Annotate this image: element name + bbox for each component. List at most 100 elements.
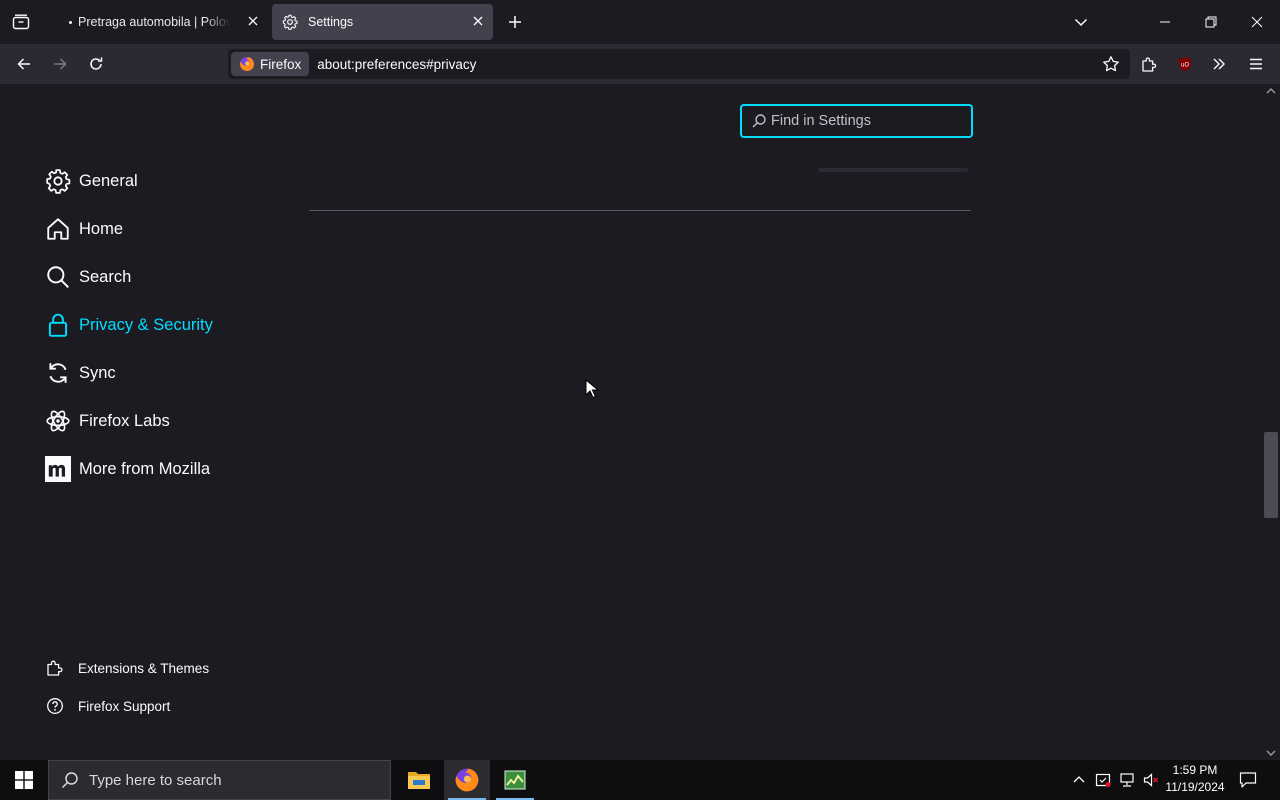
search-icon (751, 113, 767, 129)
plus-icon (509, 16, 521, 28)
close-window-button[interactable] (1234, 0, 1280, 44)
settings-page: General Home Search Privacy & Security S… (0, 84, 1280, 760)
scrollbar-thumb[interactable] (1264, 432, 1278, 518)
clock-date: 11/19/2024 (1165, 780, 1225, 794)
firefox-icon (455, 768, 479, 792)
tab-title: Pretraga automobila | Polovni automobili (78, 15, 230, 29)
ublock-origin-icon: uO (1179, 57, 1191, 71)
sync-icon (44, 359, 72, 387)
atom-icon (44, 407, 72, 435)
find-in-settings-input[interactable] (771, 113, 961, 129)
url-text[interactable]: about:preferences#privacy (317, 57, 476, 72)
identity-box[interactable]: Firefox (231, 52, 310, 76)
category-general[interactable]: General (44, 163, 138, 199)
puzzle-icon (46, 659, 64, 677)
category-search[interactable]: Search (44, 259, 131, 295)
close-tab-icon[interactable] (246, 14, 260, 28)
overflow-menu-button[interactable] (1204, 48, 1234, 80)
firefox-view-button[interactable] (0, 0, 42, 44)
hamburger-menu-icon (1250, 58, 1262, 70)
url-bar[interactable]: Firefox about:preferences#privacy (228, 49, 1130, 79)
network-icon (1120, 773, 1134, 787)
gear-icon (44, 167, 72, 195)
identity-label: Firefox (260, 56, 302, 72)
category-firefox-labs[interactable]: Firefox Labs (44, 403, 170, 439)
scroll-down-arrow-icon[interactable] (1265, 748, 1277, 758)
reload-icon (90, 57, 103, 70)
forward-button[interactable] (44, 48, 76, 80)
category-label: Sync (79, 363, 116, 382)
extensions-themes-link[interactable]: Extensions & Themes (46, 655, 209, 681)
file-explorer-icon (408, 772, 430, 789)
security-shield-icon (1095, 773, 1111, 787)
tray-security-icon[interactable] (1092, 760, 1114, 800)
category-label: More from Mozilla (79, 459, 211, 478)
mozilla-m-icon (44, 455, 72, 483)
windows-logo-icon (15, 771, 33, 789)
taskbar-app-resource-monitor[interactable] (492, 760, 538, 800)
restore-icon (1205, 16, 1217, 28)
tab-title: Settings (308, 15, 354, 29)
tray-network-icon[interactable] (1116, 760, 1138, 800)
app-menu-button[interactable] (1240, 48, 1272, 80)
back-icon (17, 58, 30, 70)
system-clock[interactable]: 1:59 PM 11/19/2024 (1162, 762, 1228, 796)
reload-button[interactable] (80, 48, 112, 80)
footer-link-label: Extensions & Themes (78, 660, 210, 676)
resource-monitor-icon (504, 770, 526, 790)
close-icon (1251, 16, 1263, 28)
list-all-tabs-button[interactable] (1066, 6, 1096, 38)
extensions-button[interactable] (1134, 48, 1164, 80)
start-button[interactable] (0, 760, 48, 800)
category-label: Home (79, 219, 124, 238)
ublock-origin-button[interactable]: uO (1170, 48, 1200, 80)
category-more-from-mozilla[interactable]: More from Mozilla (44, 451, 210, 487)
forward-icon (54, 58, 67, 70)
lock-icon (44, 311, 72, 339)
category-sync[interactable]: Sync (44, 355, 116, 391)
taskbar-app-file-explorer[interactable] (396, 760, 442, 800)
category-label: Privacy & Security (79, 315, 213, 334)
mouse-cursor-icon (585, 379, 599, 399)
firefox-view-icon (12, 14, 30, 30)
footer-link-label: Firefox Support (78, 698, 171, 714)
show-hidden-icons-button[interactable] (1068, 760, 1090, 800)
restore-button[interactable] (1188, 0, 1234, 44)
category-label: General (79, 171, 138, 190)
gear-icon (282, 14, 298, 30)
minimize-button[interactable] (1142, 0, 1188, 44)
clock-time: 1:59 PM (1172, 763, 1218, 777)
close-tab-icon[interactable] (471, 14, 485, 28)
tray-volume-icon[interactable] (1140, 760, 1162, 800)
navigation-toolbar: Firefox about:preferences#privacy uO (0, 44, 1280, 84)
category-privacy-security[interactable]: Privacy & Security (44, 307, 213, 343)
magnifier-icon (44, 263, 72, 291)
vertical-scrollbar[interactable] (1262, 84, 1280, 760)
firefox-icon (239, 56, 255, 72)
chevron-down-icon (1074, 18, 1088, 27)
firefox-support-link[interactable]: Firefox Support (46, 693, 170, 719)
scroll-up-arrow-icon[interactable] (1265, 86, 1277, 96)
extensions-icon (1142, 57, 1157, 72)
new-tab-button[interactable] (500, 6, 530, 38)
back-button[interactable] (8, 48, 40, 80)
section-divider (309, 210, 971, 211)
taskbar-app-firefox[interactable] (444, 760, 490, 800)
overflow-chevrons-icon (1213, 58, 1225, 70)
notification-icon (1239, 772, 1257, 788)
category-label: Firefox Labs (79, 411, 170, 430)
collapsed-panel-edge (818, 168, 968, 172)
windows-taskbar: Type here to search 1:59 PM 11/19/2024 (0, 760, 1280, 800)
minimize-icon (1160, 21, 1170, 23)
action-center-button[interactable] (1234, 760, 1262, 800)
svg-text:uO: uO (1181, 63, 1189, 69)
find-in-settings-field[interactable] (740, 104, 973, 138)
chevron-up-icon (1073, 776, 1085, 783)
tab-strip: Pretraga automobila | Polovni automobili… (0, 0, 1280, 44)
tab-settings[interactable]: Settings (272, 4, 493, 40)
taskbar-search-box[interactable]: Type here to search (48, 760, 391, 800)
category-label: Search (79, 267, 132, 286)
category-home[interactable]: Home (44, 211, 123, 247)
tab-polovni-automobili[interactable]: Pretraga automobila | Polovni automobili (44, 4, 268, 40)
bookmark-star-icon[interactable] (1102, 55, 1120, 73)
